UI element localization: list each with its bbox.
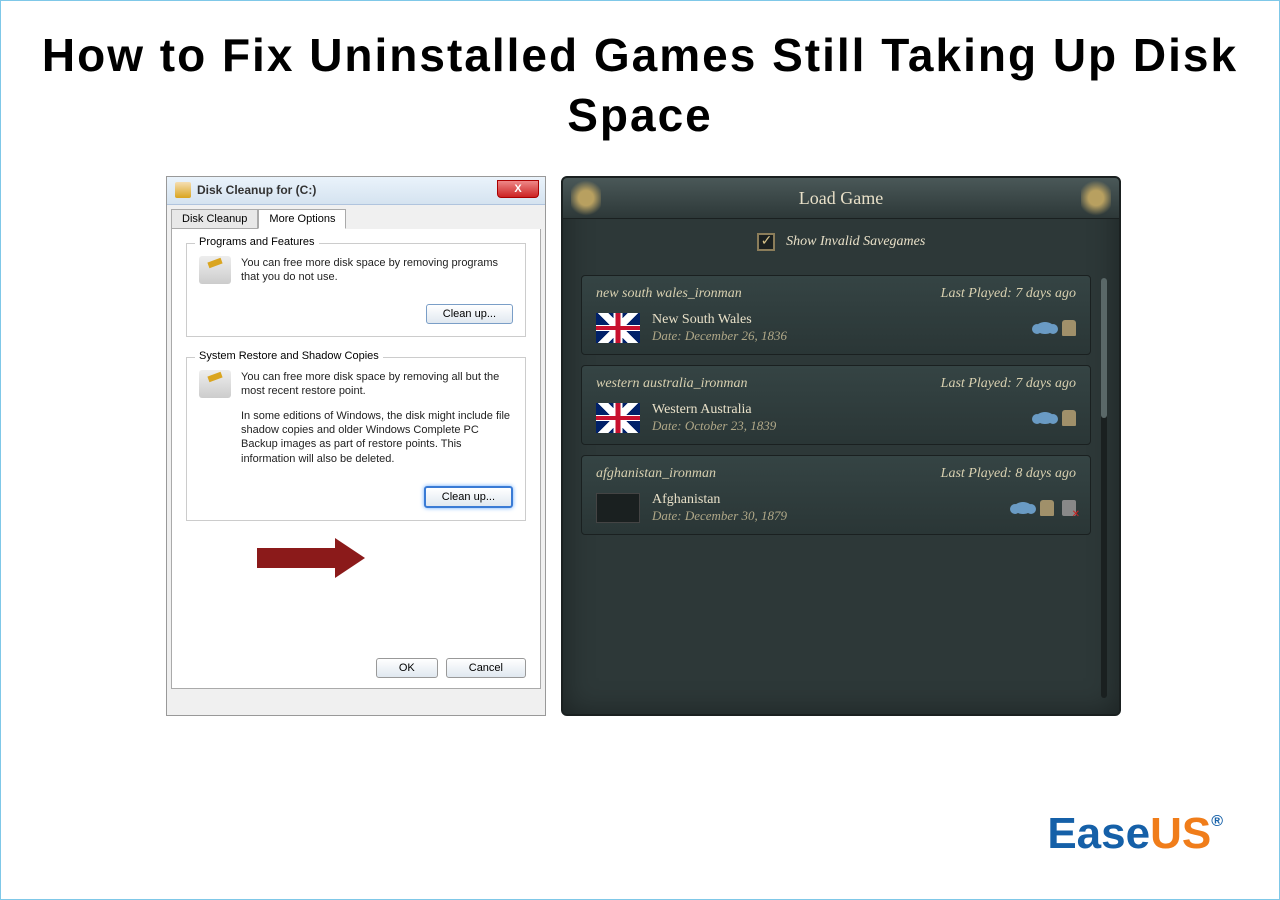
show-invalid-label: Show Invalid Savegames	[786, 234, 925, 249]
restore-icon	[199, 370, 231, 398]
save-filename: new south wales_ironman	[596, 286, 742, 302]
show-invalid-row: Show Invalid Savegames	[563, 217, 1119, 267]
disk-cleanup-body: Programs and Features You can free more …	[171, 229, 541, 689]
close-button[interactable]: X	[497, 180, 539, 198]
group-restore-title: System Restore and Shadow Copies	[195, 350, 383, 362]
page-title: How to Fix Uninstalled Games Still Takin…	[1, 1, 1279, 156]
save-filename: western australia_ironman	[596, 376, 748, 392]
restore-text: You can free more disk space by removing…	[241, 370, 513, 476]
save-last-played: Last Played: 7 days ago	[941, 376, 1076, 392]
ironman-icon	[1062, 320, 1076, 336]
programs-icon	[199, 256, 231, 284]
show-invalid-checkbox[interactable]	[757, 233, 775, 251]
ironman-icon	[1062, 410, 1076, 426]
tab-more-options[interactable]: More Options	[258, 209, 346, 229]
save-country: Afghanistan	[652, 492, 787, 508]
save-filename: afghanistan_ironman	[596, 466, 716, 482]
cloud-icon	[1036, 412, 1054, 424]
save-country: New South Wales	[652, 312, 787, 328]
save-last-played: Last Played: 8 days ago	[941, 466, 1076, 482]
cloud-icon	[1014, 502, 1032, 514]
game-load-panel: Load Game Show Invalid Savegames new sou…	[561, 176, 1121, 716]
flag-icon	[596, 493, 640, 523]
save-date: Date: October 23, 1839	[652, 418, 776, 434]
easeus-logo: EaseUS®	[1047, 809, 1223, 859]
save-list: new south wales_ironman Last Played: 7 d…	[563, 267, 1119, 535]
save-item[interactable]: western australia_ironman Last Played: 7…	[581, 365, 1091, 445]
ok-button[interactable]: OK	[376, 658, 438, 678]
save-last-played: Last Played: 7 days ago	[941, 286, 1076, 302]
cloud-icon	[1036, 322, 1054, 334]
dialog-footer: OK Cancel	[376, 658, 526, 678]
achievement-disabled-icon	[1062, 500, 1076, 516]
group-system-restore: System Restore and Shadow Copies You can…	[186, 357, 526, 521]
save-date: Date: December 26, 1836	[652, 328, 787, 344]
group-programs-title: Programs and Features	[195, 236, 319, 248]
cleanup-restore-button[interactable]: Clean up...	[424, 486, 513, 508]
save-date: Date: December 30, 1879	[652, 508, 787, 524]
content-row: Disk Cleanup for (C:) X Disk Cleanup Mor…	[1, 156, 1279, 716]
arrow-annotation	[257, 538, 377, 578]
disk-cleanup-title-text: Disk Cleanup for (C:)	[197, 183, 316, 197]
disk-cleanup-app-icon	[175, 182, 191, 198]
save-item[interactable]: new south wales_ironman Last Played: 7 d…	[581, 275, 1091, 355]
disk-cleanup-window: Disk Cleanup for (C:) X Disk Cleanup Mor…	[166, 176, 546, 716]
programs-text: You can free more disk space by removing…	[241, 256, 513, 295]
cancel-button[interactable]: Cancel	[446, 658, 526, 678]
disk-cleanup-titlebar[interactable]: Disk Cleanup for (C:) X	[167, 177, 545, 205]
tab-disk-cleanup[interactable]: Disk Cleanup	[171, 209, 258, 229]
save-item[interactable]: afghanistan_ironman Last Played: 8 days …	[581, 455, 1091, 535]
ironman-icon	[1040, 500, 1054, 516]
flag-icon	[596, 403, 640, 433]
game-panel-title: Load Game	[563, 178, 1119, 217]
group-programs-features: Programs and Features You can free more …	[186, 243, 526, 338]
save-country: Western Australia	[652, 402, 776, 418]
tab-strip: Disk Cleanup More Options	[167, 205, 545, 229]
flag-icon	[596, 313, 640, 343]
cleanup-programs-button[interactable]: Clean up...	[426, 304, 513, 324]
